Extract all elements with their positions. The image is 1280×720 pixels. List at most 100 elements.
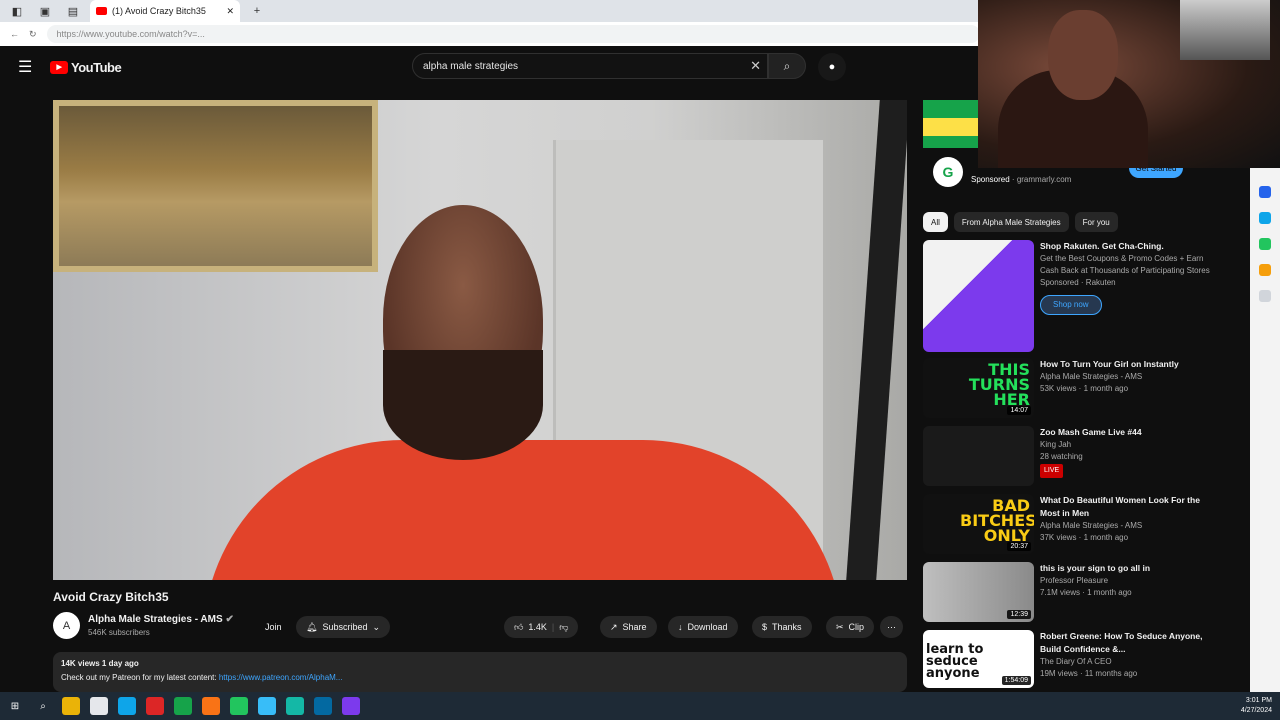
recommendation-item[interactable]: learn to seduce anyone 1:54:09 Robert Gr… — [923, 630, 1213, 688]
search-button[interactable]: ⌕ — [768, 53, 806, 79]
recommendation-thumbnail[interactable]: 12:39 — [923, 562, 1034, 622]
share-label: Share — [622, 622, 647, 632]
menu-icon[interactable]: ☰ — [18, 57, 34, 77]
join-button[interactable]: Join — [255, 616, 292, 638]
recommendation-thumbnail[interactable] — [923, 240, 1034, 352]
recommendation-title[interactable]: Robert Greene: How To Seduce Anyone, Bui… — [1040, 630, 1213, 656]
recommendation-thumbnail[interactable]: THIS TURNS HER 14:07 — [923, 358, 1034, 418]
recommendation-channel[interactable]: Alpha Male Strategies - AMS — [1040, 371, 1213, 383]
chip-from-channel[interactable]: From Alpha Male Strategies — [953, 212, 1069, 232]
games-icon[interactable] — [1259, 264, 1271, 276]
recommendation-thumbnail[interactable]: learn to seduce anyone 1:54:09 — [923, 630, 1034, 688]
channel-name[interactable]: Alpha Male Strategies - AMS ✔ — [88, 614, 234, 625]
recommendation-item[interactable]: 12:39 this is your sign to go all in Pro… — [923, 562, 1213, 622]
edge-icon[interactable] — [286, 697, 304, 715]
browser-tab-youtube[interactable]: (1) Avoid Crazy Bitch35 ✕ — [90, 0, 240, 22]
thanks-icon: $ — [762, 622, 768, 632]
file-explorer-icon[interactable] — [62, 697, 80, 715]
chevron-down-icon: ⌄ — [372, 621, 381, 632]
ad-domain: grammarly.com — [1016, 174, 1072, 184]
recommendation-title[interactable]: What Do Beautiful Women Look For the Mos… — [1040, 494, 1213, 520]
video-description[interactable]: 14K views 1 day ago Check out my Patreon… — [53, 652, 907, 692]
recommendation-channel[interactable]: Alpha Male Strategies - AMS — [1040, 520, 1213, 532]
refresh-icon[interactable]: ↻ — [29, 29, 37, 40]
add-sidebar-app-icon[interactable] — [1259, 290, 1271, 302]
tab-collections-icon[interactable]: ▣ — [34, 2, 56, 20]
subscribed-button[interactable]: 🔔︎ Subscribed ⌄ — [296, 616, 391, 638]
channel-avatar[interactable]: A — [53, 612, 80, 639]
shopping-icon[interactable] — [1259, 212, 1271, 224]
chip-all[interactable]: All — [923, 212, 948, 232]
youtube-logo[interactable]: ▶ YouTube — [50, 59, 122, 75]
video-duration: 1:54:09 — [1001, 676, 1031, 685]
system-clock[interactable]: 3:01 PM 4/27/2024 — [1241, 696, 1272, 716]
chip-for-you[interactable]: For you — [1074, 212, 1118, 232]
recommendation-title[interactable]: How To Turn Your Girl on Instantly — [1040, 358, 1213, 371]
recommendation-item[interactable]: Zoo Mash Game Live #44 King Jah 28 watch… — [923, 426, 1213, 486]
search-input[interactable]: alpha male strategies ✕ — [412, 53, 768, 79]
mail-icon[interactable] — [118, 697, 136, 715]
app-icon[interactable] — [202, 697, 220, 715]
ad-banner[interactable] — [923, 100, 983, 148]
notepad-icon[interactable] — [90, 697, 108, 715]
like-button[interactable]: 👍︎ 1.4K | 👎︎ — [504, 616, 579, 638]
verified-icon: ✔ — [225, 614, 234, 625]
close-tab-icon[interactable]: ✕ — [226, 6, 234, 17]
recommendation-thumbnail[interactable] — [923, 426, 1034, 486]
tools-icon[interactable] — [1259, 238, 1271, 250]
logo-text: YouTube — [71, 59, 122, 75]
back-history-icon[interactable]: ◧ — [6, 2, 28, 20]
shop-now-button[interactable]: Shop now — [1040, 295, 1102, 315]
obs-icon[interactable] — [342, 697, 360, 715]
patreon-link[interactable]: https://www.patreon.com/AlphaM... — [219, 673, 343, 682]
video-title: Avoid Crazy Bitch35 — [53, 590, 169, 604]
taskbar-search-icon[interactable]: ⌕ — [34, 697, 52, 715]
video-player[interactable]: A — [53, 100, 907, 580]
windows-start-icon[interactable]: ⊞ — [6, 697, 24, 715]
copilot-icon[interactable] — [1259, 186, 1271, 198]
video-duration: 20:37 — [1007, 542, 1031, 551]
clip-button[interactable]: ✂ Clip — [826, 616, 875, 638]
recommendation-title[interactable]: Shop Rakuten. Get Cha-Ching. — [1040, 240, 1213, 253]
more-actions-button[interactable]: ⋯ — [880, 616, 903, 638]
recommendation-item[interactable]: Shop Rakuten. Get Cha-Ching. Get the Bes… — [923, 240, 1213, 352]
recommendation-thumbnail[interactable]: BAD BITCHES ONLY 20:37 — [923, 494, 1034, 554]
recommendation-title[interactable]: this is your sign to go all in — [1040, 562, 1213, 575]
new-tab-icon[interactable]: + — [246, 2, 268, 20]
windows-taskbar: ⊞ ⌕ 3:01 PM 4/27/2024 — [0, 692, 1280, 720]
download-label: Download — [687, 622, 728, 632]
twitter-icon[interactable] — [258, 697, 276, 715]
thumbnail-text: learn to seduce anyone — [926, 642, 984, 681]
recommendation-item[interactable]: BAD BITCHES ONLY 20:37 What Do Beautiful… — [923, 494, 1213, 554]
ad-meta: Sponsored · grammarly.com — [971, 174, 1072, 184]
search-icon: ⌕ — [783, 58, 791, 73]
media-app-icon[interactable] — [146, 697, 164, 715]
recommendation-channel[interactable]: The Diary Of A CEO — [1040, 656, 1213, 668]
video-person-beard — [383, 350, 543, 460]
back-arrow-icon[interactable]: ← — [10, 29, 19, 39]
share-button[interactable]: ↗ Share — [600, 616, 657, 638]
thumbs-up-icon: 👍︎ — [514, 621, 524, 632]
live-badge: LIVE — [1040, 464, 1064, 478]
recommendation-meta-2: Sponsored · Rakuten — [1040, 278, 1116, 287]
thumbs-down-icon[interactable]: 👎︎ — [559, 622, 568, 633]
tab-actions-icon[interactable]: ▤ — [62, 2, 84, 20]
recommendation-meta: Get the Best Coupons & Promo Codes + Ear… — [1040, 254, 1210, 275]
teams-icon[interactable] — [314, 697, 332, 715]
thanks-button[interactable]: $ Thanks — [752, 616, 812, 638]
description-line: Check out my Patreon for my latest conte… — [61, 671, 899, 685]
download-button[interactable]: ↓ Download — [668, 616, 738, 638]
voice-search-button[interactable]: ● — [818, 53, 846, 81]
description-text: Check out my Patreon for my latest conte… — [61, 673, 217, 682]
recommendation-title[interactable]: Zoo Mash Game Live #44 — [1040, 426, 1213, 439]
recommendation-channel[interactable]: Professor Pleasure — [1040, 575, 1213, 587]
recommendation-channel[interactable]: King Jah — [1040, 439, 1213, 451]
clear-search-icon[interactable]: ✕ — [750, 58, 761, 74]
thumbnail-text: BAD BITCHES ONLY — [960, 496, 1034, 545]
grammarly-logo: G — [933, 157, 963, 187]
chrome-icon[interactable] — [230, 697, 248, 715]
url-field[interactable]: https://www.youtube.com/watch?v=... — [46, 25, 980, 43]
recommendation-item[interactable]: THIS TURNS HER 14:07 How To Turn Your Gi… — [923, 358, 1213, 418]
store-app-icon[interactable] — [174, 697, 192, 715]
video-duration: 12:39 — [1007, 610, 1031, 619]
